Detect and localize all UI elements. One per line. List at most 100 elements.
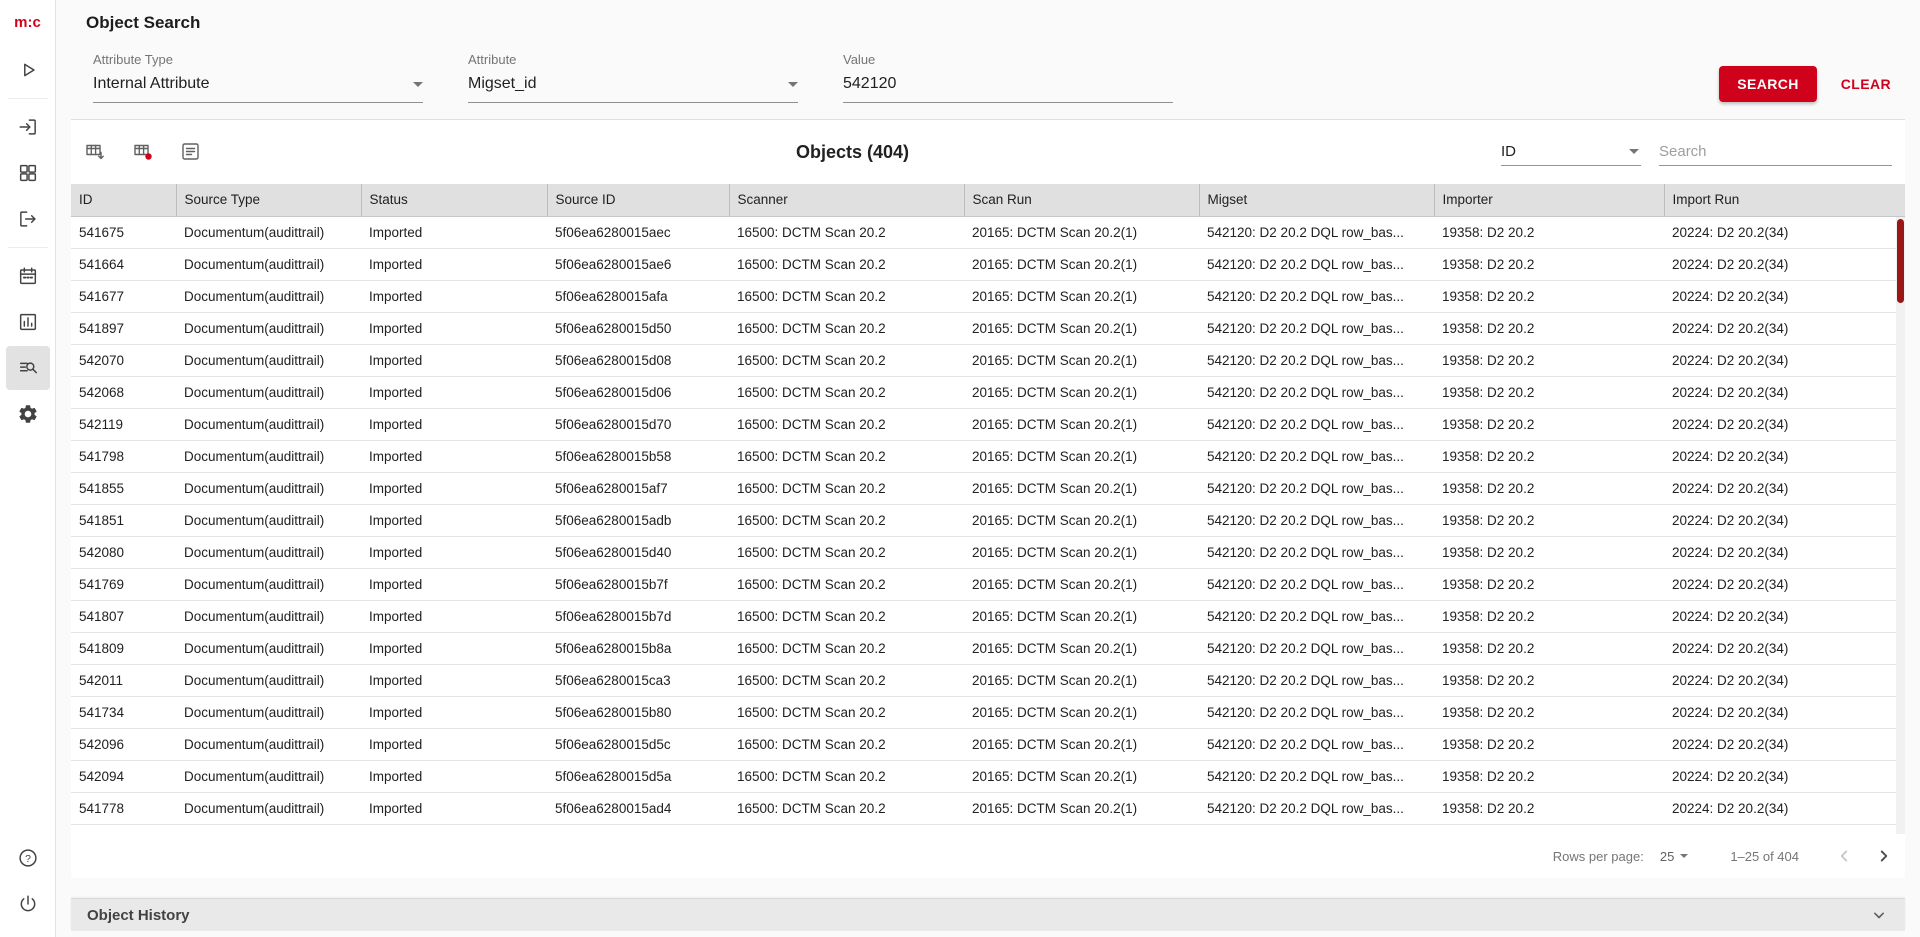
- previous-page-button[interactable]: [1833, 845, 1855, 867]
- cell-scan-run: 20165: DCTM Scan 20.2(1): [964, 312, 1199, 344]
- cell-source-type: Documentum(audittrail): [176, 376, 361, 408]
- table-row[interactable]: 542070Documentum(audittrail)Imported5f06…: [71, 344, 1905, 376]
- reset-grid-settings-button[interactable]: [130, 139, 156, 165]
- attribute-type-select[interactable]: Internal Attribute: [93, 71, 423, 103]
- table-row[interactable]: 542080Documentum(audittrail)Imported5f06…: [71, 536, 1905, 568]
- column-header-importer[interactable]: Importer: [1434, 184, 1664, 216]
- cell-importer: 19358: D2 20.2: [1434, 248, 1664, 280]
- column-header-id[interactable]: ID: [71, 184, 176, 216]
- table-scrollbar-thumb[interactable]: [1897, 219, 1904, 303]
- cell-source-type: Documentum(audittrail): [176, 504, 361, 536]
- sidebar-item-settings[interactable]: [6, 392, 50, 436]
- sidebar-item-dashboard[interactable]: [6, 151, 50, 195]
- choose-columns-button[interactable]: [178, 139, 204, 165]
- table-row[interactable]: 542119Documentum(audittrail)Imported5f06…: [71, 408, 1905, 440]
- table-row[interactable]: 541778Documentum(audittrail)Imported5f06…: [71, 792, 1905, 824]
- sidebar-item-power[interactable]: [6, 882, 50, 926]
- table-row[interactable]: 541855Documentum(audittrail)Imported5f06…: [71, 472, 1905, 504]
- table-search-input[interactable]: [1659, 139, 1892, 166]
- cell-scanner: 16500: DCTM Scan 20.2: [729, 376, 964, 408]
- table-row[interactable]: 541664Documentum(audittrail)Imported5f06…: [71, 248, 1905, 280]
- table-row[interactable]: 541677Documentum(audittrail)Imported5f06…: [71, 280, 1905, 312]
- objects-panel: Objects (404) ID IDSource TypeStatusSour…: [71, 120, 1905, 878]
- table-row[interactable]: 542011Documentum(audittrail)Imported5f06…: [71, 664, 1905, 696]
- main-content: Object Search Attribute Type Internal At…: [56, 0, 1920, 937]
- gear-icon: [17, 403, 39, 425]
- cell-migset: 542120: D2 20.2 DQL row_bas...: [1199, 216, 1434, 248]
- cell-id: 542068: [71, 376, 176, 408]
- cell-status: Imported: [361, 632, 547, 664]
- cell-importer: 19358: D2 20.2: [1434, 536, 1664, 568]
- cell-source-type: Documentum(audittrail): [176, 280, 361, 312]
- column-header-scan-run[interactable]: Scan Run: [964, 184, 1199, 216]
- value-input[interactable]: [843, 71, 1173, 103]
- sidebar-item-statistics[interactable]: [6, 300, 50, 344]
- filter-column-select[interactable]: ID: [1501, 139, 1641, 166]
- cell-migset: 542120: D2 20.2 DQL row_bas...: [1199, 568, 1434, 600]
- cell-id: 541798: [71, 440, 176, 472]
- cell-import-run: 20224: D2 20.2(34): [1664, 376, 1905, 408]
- cell-status: Imported: [361, 728, 547, 760]
- clear-button[interactable]: CLEAR: [1841, 76, 1891, 92]
- table-scrollbar[interactable]: [1896, 217, 1905, 834]
- attribute-select[interactable]: Migset_id: [468, 71, 798, 103]
- table-row[interactable]: 541734Documentum(audittrail)Imported5f06…: [71, 696, 1905, 728]
- cell-scanner: 16500: DCTM Scan 20.2: [729, 536, 964, 568]
- cell-scan-run: 20165: DCTM Scan 20.2(1): [964, 632, 1199, 664]
- cell-source-id: 5f06ea6280015b7f: [547, 568, 729, 600]
- table-row[interactable]: 542096Documentum(audittrail)Imported5f06…: [71, 728, 1905, 760]
- table-row[interactable]: 541851Documentum(audittrail)Imported5f06…: [71, 504, 1905, 536]
- cell-importer: 19358: D2 20.2: [1434, 792, 1664, 824]
- rows-per-page-select[interactable]: 25: [1660, 849, 1688, 864]
- cell-source-id: 5f06ea6280015d08: [547, 344, 729, 376]
- search-button[interactable]: SEARCH: [1719, 66, 1817, 102]
- table-row[interactable]: 541807Documentum(audittrail)Imported5f06…: [71, 600, 1905, 632]
- sidebar-item-import[interactable]: [6, 105, 50, 149]
- cell-source-type: Documentum(audittrail): [176, 312, 361, 344]
- attribute-label: Attribute: [468, 52, 798, 67]
- table-row[interactable]: 541675Documentum(audittrail)Imported5f06…: [71, 216, 1905, 248]
- cell-importer: 19358: D2 20.2: [1434, 216, 1664, 248]
- table-row[interactable]: 541897Documentum(audittrail)Imported5f06…: [71, 312, 1905, 344]
- table-row[interactable]: 542068Documentum(audittrail)Imported5f06…: [71, 376, 1905, 408]
- column-header-migset[interactable]: Migset: [1199, 184, 1434, 216]
- column-header-source-id[interactable]: Source ID: [547, 184, 729, 216]
- cell-source-type: Documentum(audittrail): [176, 440, 361, 472]
- help-icon: ?: [17, 847, 39, 869]
- sidebar-item-run[interactable]: [6, 48, 50, 92]
- table-row[interactable]: 541798Documentum(audittrail)Imported5f06…: [71, 440, 1905, 472]
- sidebar-item-help[interactable]: ?: [6, 836, 50, 880]
- cell-status: Imported: [361, 248, 547, 280]
- cell-import-run: 20224: D2 20.2(34): [1664, 696, 1905, 728]
- column-header-source-type[interactable]: Source Type: [176, 184, 361, 216]
- cell-id: 541769: [71, 568, 176, 600]
- cell-scanner: 16500: DCTM Scan 20.2: [729, 760, 964, 792]
- cell-importer: 19358: D2 20.2: [1434, 408, 1664, 440]
- cell-source-id: 5f06ea6280015ca3: [547, 664, 729, 696]
- cell-id: 541677: [71, 280, 176, 312]
- cell-source-id: 5f06ea6280015d70: [547, 408, 729, 440]
- cell-status: Imported: [361, 696, 547, 728]
- save-grid-settings-button[interactable]: [82, 139, 108, 165]
- cell-id: 542080: [71, 536, 176, 568]
- next-page-button[interactable]: [1873, 845, 1895, 867]
- sidebar-item-export[interactable]: [6, 197, 50, 241]
- cell-importer: 19358: D2 20.2: [1434, 664, 1664, 696]
- power-icon: [17, 893, 39, 915]
- sidebar-item-scheduler[interactable]: [6, 254, 50, 298]
- sidebar-item-object-search[interactable]: [6, 346, 50, 390]
- cell-status: Imported: [361, 504, 547, 536]
- object-history-panel[interactable]: Object History: [71, 898, 1905, 931]
- table-row[interactable]: 541809Documentum(audittrail)Imported5f06…: [71, 632, 1905, 664]
- cell-source-id: 5f06ea6280015d50: [547, 312, 729, 344]
- cell-status: Imported: [361, 600, 547, 632]
- cell-scanner: 16500: DCTM Scan 20.2: [729, 312, 964, 344]
- cell-scanner: 16500: DCTM Scan 20.2: [729, 664, 964, 696]
- table-row[interactable]: 542094Documentum(audittrail)Imported5f06…: [71, 760, 1905, 792]
- column-header-status[interactable]: Status: [361, 184, 547, 216]
- table-row[interactable]: 541769Documentum(audittrail)Imported5f06…: [71, 568, 1905, 600]
- column-header-import-run[interactable]: Import Run: [1664, 184, 1905, 216]
- app-logo: m:c: [14, 14, 41, 31]
- column-header-scanner[interactable]: Scanner: [729, 184, 964, 216]
- cell-migset: 542120: D2 20.2 DQL row_bas...: [1199, 600, 1434, 632]
